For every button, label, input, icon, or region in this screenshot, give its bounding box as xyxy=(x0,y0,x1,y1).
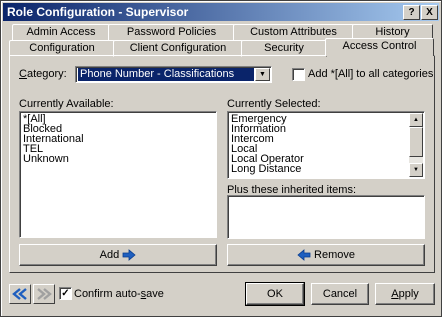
scroll-down-icon[interactable]: ▼ xyxy=(409,163,423,177)
previous-button[interactable] xyxy=(9,284,31,304)
cancel-button[interactable]: Cancel xyxy=(311,283,369,305)
add-button[interactable]: Add xyxy=(19,244,217,266)
next-button[interactable] xyxy=(33,284,55,304)
category-label: Category: xyxy=(19,68,67,80)
category-dropdown[interactable]: Phone Number - Classifications ▼ xyxy=(75,66,272,83)
selected-list-scrollbar[interactable]: ▲ ▼ xyxy=(409,113,423,177)
apply-button[interactable]: Apply xyxy=(375,283,435,305)
double-left-arrow-icon xyxy=(12,288,27,301)
tab-admin-access[interactable]: Admin Access xyxy=(12,24,110,41)
list-item[interactable]: International xyxy=(23,134,216,145)
scroll-thumb[interactable] xyxy=(409,127,423,157)
list-item[interactable]: Unknown xyxy=(23,154,216,165)
right-arrow-icon xyxy=(122,249,136,261)
category-value: Phone Number - Classifications xyxy=(78,68,254,81)
scroll-up-icon[interactable]: ▲ xyxy=(409,113,423,127)
list-item[interactable]: Intercom xyxy=(231,134,424,145)
add-all-checkbox[interactable] xyxy=(292,68,305,81)
currently-available-list[interactable]: *[All] Blocked International TEL Unknown xyxy=(19,111,217,238)
list-item[interactable]: Long Distance xyxy=(231,164,424,175)
confirm-autosave-checkbox[interactable]: ✓ xyxy=(59,287,72,300)
role-configuration-window: Role Configuration - Supervisor ? X Admi… xyxy=(0,0,442,317)
currently-selected-label: Currently Selected: xyxy=(227,98,321,110)
close-button[interactable]: X xyxy=(421,5,438,20)
window-title: Role Configuration - Supervisor xyxy=(7,5,189,19)
left-arrow-icon xyxy=(297,249,311,261)
add-button-label: Add xyxy=(99,249,120,261)
add-all-label: Add *[All] to all categories xyxy=(308,68,434,80)
tab-access-control[interactable]: Access Control xyxy=(325,38,434,56)
double-right-arrow-icon xyxy=(37,288,52,301)
currently-available-label: Currently Available: xyxy=(19,98,114,110)
confirm-autosave-label: Confirm auto-save xyxy=(74,288,164,300)
chevron-down-icon[interactable]: ▼ xyxy=(255,68,270,81)
remove-button[interactable]: Remove xyxy=(227,244,425,266)
help-button[interactable]: ? xyxy=(403,5,420,20)
inherited-items-list[interactable] xyxy=(227,195,425,239)
title-bar[interactable]: Role Configuration - Supervisor ? X xyxy=(3,3,439,21)
tab-password-policies[interactable]: Password Policies xyxy=(108,24,235,41)
currently-selected-list[interactable]: Emergency Information Intercom Local Local O… xyxy=(227,111,425,179)
ok-button[interactable]: OK xyxy=(245,282,305,306)
remove-button-label: Remove xyxy=(314,249,356,261)
